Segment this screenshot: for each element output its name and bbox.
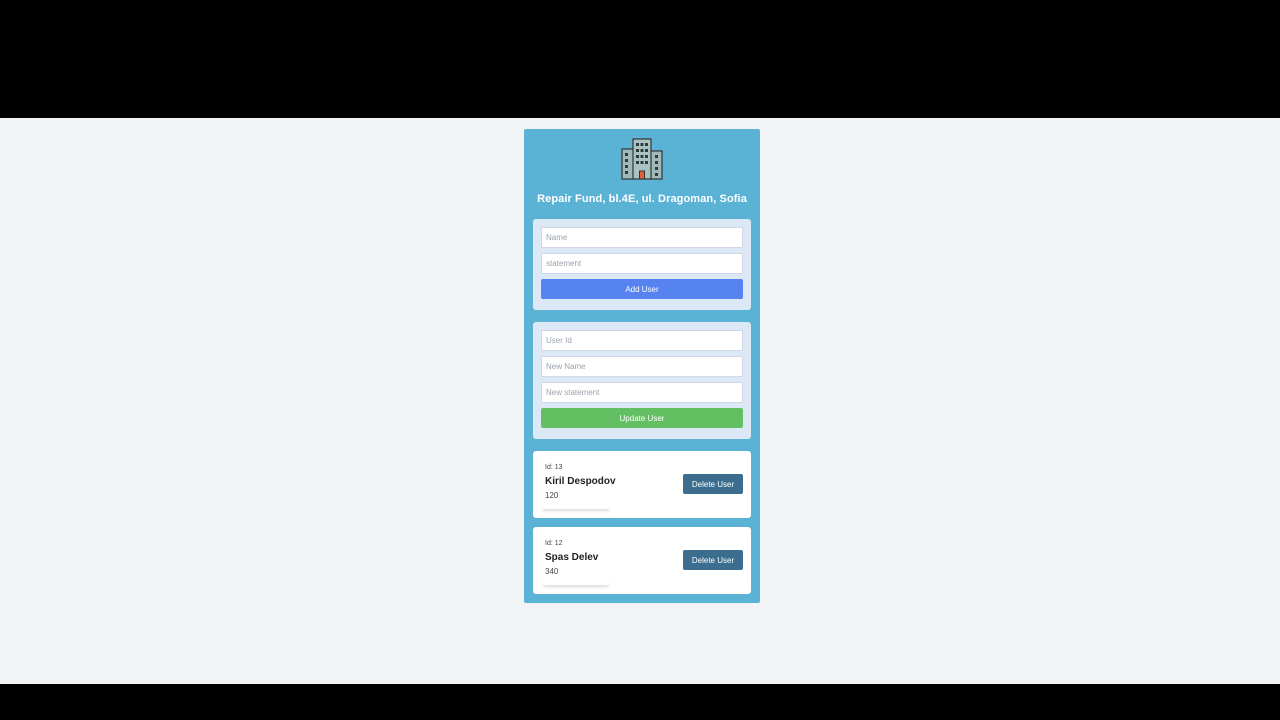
page-viewport: Repair Fund, bl.4E, ul. Dragoman, Sofia … [0, 118, 1280, 684]
update-user-form: Update User [533, 322, 751, 439]
user-card: Id: 13 Kiril Despodov 120 Delete User [533, 451, 751, 518]
add-user-button[interactable]: Add User [541, 279, 743, 299]
card-divider [543, 581, 609, 585]
user-card: Id: 12 Spas Delev 340 Delete User [533, 527, 751, 594]
letterbox-bottom [0, 684, 1280, 720]
user-id-input[interactable] [541, 330, 743, 351]
app-title: Repair Fund, bl.4E, ul. Dragoman, Sofia [537, 193, 747, 205]
new-name-input[interactable] [541, 356, 743, 377]
name-input[interactable] [541, 227, 743, 248]
delete-user-button[interactable]: Delete User [683, 474, 743, 494]
building-icon [621, 138, 663, 180]
add-user-form: Add User [533, 219, 751, 310]
user-name: Kiril Despodov [545, 476, 616, 487]
app-card: Repair Fund, bl.4E, ul. Dragoman, Sofia … [524, 129, 760, 603]
delete-user-button[interactable]: Delete User [683, 550, 743, 570]
user-statement: 120 [545, 491, 559, 500]
user-statement: 340 [545, 567, 559, 576]
user-name: Spas Delev [545, 552, 599, 563]
statement-input[interactable] [541, 253, 743, 274]
user-id-label: Id: 12 [545, 540, 563, 547]
letterbox-top [0, 0, 1280, 118]
user-id-label: Id: 13 [545, 464, 563, 471]
new-statement-input[interactable] [541, 382, 743, 403]
card-divider [543, 505, 609, 509]
update-user-button[interactable]: Update User [541, 408, 743, 428]
